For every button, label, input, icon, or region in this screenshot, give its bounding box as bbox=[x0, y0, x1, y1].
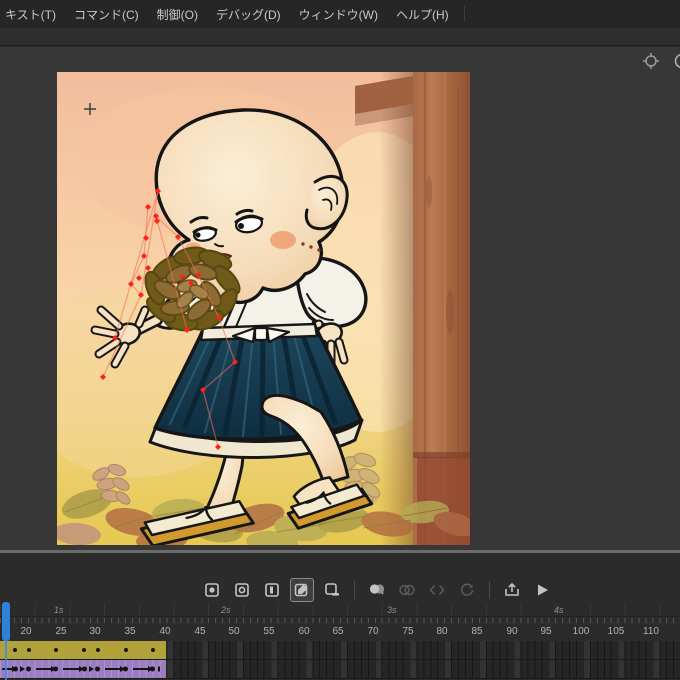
menu-item-4[interactable]: ウィンドウ(W) bbox=[290, 6, 387, 23]
menu-item-0[interactable]: キスト(T) bbox=[0, 6, 65, 23]
edit-multiple-frames-button[interactable] bbox=[425, 578, 449, 602]
ruler-frame-label: 105 bbox=[607, 626, 625, 637]
loop-button[interactable] bbox=[455, 578, 479, 602]
toolbar-separator bbox=[489, 581, 490, 599]
application-window: キスト(T) コマンド(C) 制御(O) デバッグ(D) ウィンドウ(W) ヘルプ(H) bbox=[0, 0, 680, 680]
keyframe-dot[interactable] bbox=[82, 666, 87, 672]
keyframe-tri[interactable] bbox=[20, 666, 25, 672]
keyframe-dot[interactable] bbox=[54, 648, 58, 652]
ruler-frame-label: 20 bbox=[20, 626, 32, 637]
ruler-frame-label: 35 bbox=[124, 626, 136, 637]
keyframe-tri[interactable] bbox=[89, 666, 94, 672]
ruler-frame-label: 80 bbox=[436, 626, 448, 637]
pasteboard[interactable] bbox=[0, 47, 680, 554]
ruler-frame-label: 25 bbox=[55, 626, 67, 637]
ruler-frame-label: 50 bbox=[228, 626, 240, 637]
menu-item-3[interactable]: デバッグ(D) bbox=[207, 6, 290, 23]
menu-item-2[interactable]: 制御(O) bbox=[148, 6, 207, 23]
remove-frame-button[interactable] bbox=[320, 578, 344, 602]
menu-item-5[interactable]: ヘルプ(H) bbox=[387, 6, 458, 23]
keyframe-dot[interactable] bbox=[124, 648, 128, 652]
ruler-frame-label: 55 bbox=[263, 626, 275, 637]
keyframe-dot[interactable] bbox=[82, 648, 86, 652]
ruler-frame-label: 95 bbox=[540, 626, 552, 637]
ruler-frame-label: 110 bbox=[643, 626, 659, 637]
keyframe-dot[interactable] bbox=[123, 666, 128, 672]
menu-bar: キスト(T) コマンド(C) 制御(O) デバッグ(D) ウィンドウ(W) ヘルプ(H) bbox=[0, 0, 680, 28]
ruler-seconds-row: 1s 2s 3s 4s bbox=[0, 604, 680, 617]
keyframe-arrow[interactable] bbox=[2, 666, 17, 672]
ruler-frame-label: 65 bbox=[332, 626, 344, 637]
keyframe-dot[interactable] bbox=[95, 666, 100, 672]
ruler-second-label: 3s bbox=[387, 605, 397, 615]
timeline-panel: 1s 2s 3s 4s 20 25 30 35 40 45 50 55 60 65 70 75 80 85 90 9… bbox=[0, 553, 680, 680]
toolbar-separator bbox=[354, 581, 355, 599]
stage-canvas[interactable] bbox=[17, 72, 477, 554]
insert-keyframe-button[interactable] bbox=[200, 578, 224, 602]
auto-keyframe-button[interactable] bbox=[290, 578, 314, 602]
keyframe-arrow[interactable] bbox=[133, 666, 153, 672]
timeline-layers bbox=[0, 641, 680, 680]
keyframe-dot[interactable] bbox=[151, 648, 155, 652]
ruler-frame-numbers: 20 25 30 35 40 45 50 55 60 65 70 75 80 85 90 95 100 105 11… bbox=[0, 623, 680, 641]
center-stage-icon[interactable] bbox=[642, 52, 660, 70]
insert-frame-button[interactable] bbox=[260, 578, 284, 602]
timeline-toolbar bbox=[200, 577, 554, 603]
ruler-frame-label: 85 bbox=[471, 626, 483, 637]
keyframe-dot[interactable] bbox=[13, 666, 18, 672]
playhead[interactable] bbox=[2, 602, 10, 641]
ruler-frame-label: 75 bbox=[402, 626, 414, 637]
layer-row-lower[interactable] bbox=[0, 660, 680, 679]
ruler-second-label: 2s bbox=[221, 605, 231, 615]
menu-separator bbox=[463, 6, 465, 22]
onion-skin-outline-button[interactable] bbox=[395, 578, 419, 602]
export-frame-button[interactable] bbox=[500, 578, 524, 602]
keyframe-dot[interactable] bbox=[150, 666, 155, 672]
document-bar bbox=[0, 28, 680, 46]
ruler-frame-label: 45 bbox=[194, 626, 206, 637]
keyframe-arrow[interactable] bbox=[105, 666, 125, 672]
stage-illustration bbox=[17, 72, 477, 554]
timeline-ruler[interactable]: 1s 2s 3s 4s 20 25 30 35 40 45 50 55 60 65 70 75 80 85 90 9… bbox=[0, 604, 680, 641]
onion-skin-button[interactable] bbox=[365, 578, 389, 602]
keyframe-arrow[interactable] bbox=[36, 666, 56, 672]
ruler-second-label: 1s bbox=[54, 605, 64, 615]
insert-blank-keyframe-button[interactable] bbox=[230, 578, 254, 602]
keyframe-tick[interactable] bbox=[158, 666, 160, 672]
ruler-frame-label: 100 bbox=[572, 626, 590, 637]
keyframe-dot[interactable] bbox=[96, 648, 100, 652]
ruler-frame-label: 30 bbox=[89, 626, 101, 637]
ruler-frame-label: 90 bbox=[506, 626, 518, 637]
playhead-line bbox=[5, 641, 7, 680]
ruler-frame-label: 70 bbox=[367, 626, 379, 637]
clipped-rotate-icon[interactable] bbox=[672, 52, 680, 70]
keyframe-dot[interactable] bbox=[27, 648, 31, 652]
tween-span[interactable] bbox=[0, 660, 166, 678]
tween-span[interactable] bbox=[0, 641, 166, 659]
layer-row-upper[interactable] bbox=[0, 641, 680, 660]
menu-item-1[interactable]: コマンド(C) bbox=[65, 6, 148, 23]
keyframe-dot[interactable] bbox=[13, 648, 17, 652]
stage-toolbar bbox=[642, 52, 680, 70]
keyframe-arrow[interactable] bbox=[63, 666, 84, 672]
keyframe-dot[interactable] bbox=[53, 666, 58, 672]
ruler-frame-label: 40 bbox=[159, 626, 171, 637]
play-button[interactable] bbox=[530, 578, 554, 602]
ruler-second-label: 4s bbox=[554, 605, 564, 615]
ruler-frame-label: 60 bbox=[298, 626, 310, 637]
keyframe-dot[interactable] bbox=[26, 666, 31, 672]
